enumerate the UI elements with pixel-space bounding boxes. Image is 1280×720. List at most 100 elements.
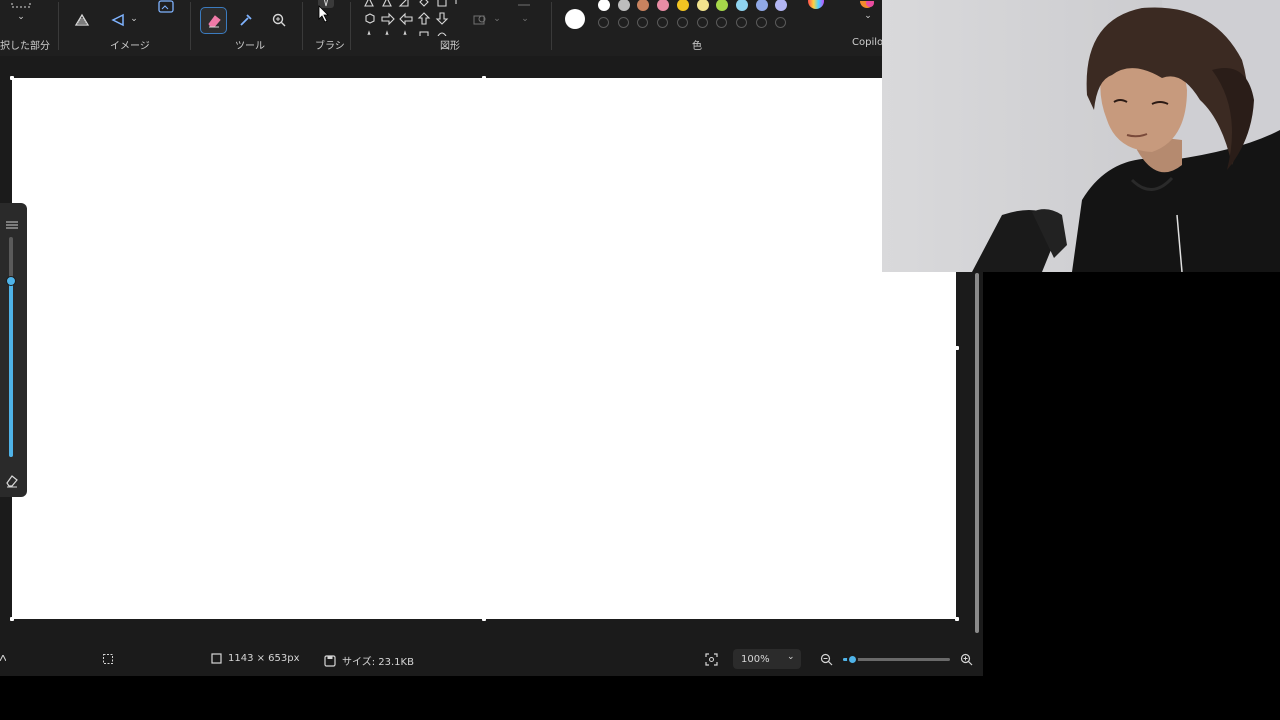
custom-color-slot[interactable]: [755, 17, 767, 28]
canvas-resize-handle[interactable]: [10, 617, 14, 621]
selection-icon: [103, 654, 113, 664]
zoom-dropdown-chevron-icon: ⌄: [787, 652, 795, 662]
canvas-dimensions: 1143 × 653px: [211, 653, 300, 664]
zoom-in-icon: [960, 653, 973, 666]
save-disk-icon: [324, 654, 336, 667]
color-swatch[interactable]: [637, 0, 650, 11]
color-swatch[interactable]: [735, 0, 748, 11]
color-wheel-icon: [808, 0, 824, 9]
copilot-icon: [860, 1, 874, 8]
canvas-resize-handle[interactable]: [10, 76, 14, 80]
brush-size-slider-track[interactable]: [6, 237, 16, 457]
custom-color-slot[interactable]: [735, 17, 747, 28]
brush-size-panel: [0, 203, 27, 497]
file-size: サイズ: 23.1KB: [324, 653, 414, 668]
shape-outline-icon: [473, 15, 486, 25]
rotate-flip-button[interactable]: [108, 10, 128, 30]
cursor-position-icon: [0, 655, 6, 661]
copilot-button[interactable]: [856, 0, 878, 10]
eraser-tool-button[interactable]: [200, 7, 227, 34]
cursor-position-indicator: [0, 655, 6, 661]
zoom-slider[interactable]: [843, 654, 950, 665]
group-label-tools: ツール: [235, 41, 265, 52]
shape-outline-button[interactable]: [470, 10, 490, 30]
canvas-resize-handle[interactable]: [482, 617, 486, 621]
mouse-cursor-icon: [318, 5, 330, 27]
image-background-remove-button[interactable]: [72, 10, 92, 30]
fit-to-window-button[interactable]: [705, 653, 718, 666]
custom-color-slot[interactable]: [775, 17, 787, 28]
color-picker-tool-button[interactable]: [236, 10, 256, 30]
image-resize-button[interactable]: [156, 0, 176, 14]
separator: [551, 2, 552, 50]
webcam-person-image: [972, 0, 1280, 272]
shape-fill-icon: [518, 4, 530, 6]
canvas-size-icon: [211, 653, 222, 664]
background-remove-icon: [74, 13, 90, 26]
eyedropper-icon: [240, 14, 252, 26]
canvas-resize-handle[interactable]: [955, 346, 959, 350]
separator: [58, 2, 59, 50]
canvas-resize-handle[interactable]: [482, 76, 486, 80]
magnifier-icon: [272, 13, 286, 27]
custom-color-slot[interactable]: [716, 17, 728, 28]
separator: [302, 2, 303, 50]
group-label-image: イメージ: [110, 41, 150, 52]
webcam-overlay: [882, 0, 1280, 272]
copilot-chevron-icon[interactable]: ⌄: [862, 10, 874, 22]
select-button[interactable]: [10, 0, 32, 10]
color-swatch[interactable]: [696, 0, 709, 11]
custom-color-slot[interactable]: [696, 17, 708, 28]
shape-fill-button[interactable]: [514, 0, 534, 10]
edit-colors-button[interactable]: [806, 0, 826, 10]
scroll-down-arrow-icon[interactable]: [973, 632, 981, 647]
vertical-scrollbar[interactable]: [975, 273, 979, 633]
zoom-level-dropdown[interactable]: 100% ⌄: [733, 649, 801, 669]
flip-icon: [111, 13, 124, 27]
custom-color-slot[interactable]: [676, 17, 688, 28]
shape-fill-chevron-icon[interactable]: ⌄: [519, 12, 531, 26]
fit-to-window-icon: [705, 653, 718, 666]
canvas-resize-handle[interactable]: [955, 617, 959, 621]
brush-size-icon: [5, 215, 19, 229]
select-dropdown-chevron-icon[interactable]: ⌄: [15, 12, 27, 22]
group-label-selection: 択した部分: [0, 41, 50, 52]
shape-outline-chevron-icon[interactable]: ⌄: [491, 12, 503, 26]
group-label-colors: 色: [692, 41, 702, 52]
shapes-gallery-icons: [364, 0, 457, 38]
eraser-mode-icon[interactable]: [4, 473, 20, 489]
brush-size-slider-thumb[interactable]: [6, 276, 16, 286]
group-label-shapes: 図形: [440, 41, 460, 52]
drawing-canvas[interactable]: [12, 78, 956, 619]
shapes-gallery: [360, 0, 460, 38]
ribbon-toolbar: ⌄ 択した部分 ⌄ イメージ ツール ブラシ ⌄ ⌄ 図形 色 ⌄ Copilo…: [0, 0, 983, 56]
color-swatch[interactable]: [716, 0, 729, 11]
custom-color-slot[interactable]: [637, 17, 649, 28]
color-swatch[interactable]: [676, 0, 689, 11]
group-label-brush: ブラシ: [315, 41, 345, 52]
zoom-level-text: 100%: [741, 653, 770, 665]
canvas-dimensions-text: 1143 × 653px: [228, 653, 300, 664]
selection-size-indicator: [102, 653, 114, 665]
color-swatch[interactable]: [755, 0, 768, 11]
zoom-slider-thumb[interactable]: [847, 654, 859, 665]
status-bar: 1143 × 653px サイズ: 23.1KB 100% ⌄: [0, 640, 983, 676]
color-swatch[interactable]: [617, 0, 630, 11]
image-resize-icon: [158, 0, 174, 13]
color-swatch[interactable]: [775, 0, 788, 11]
zoom-out-icon: [820, 653, 833, 666]
magnifier-tool-button[interactable]: [269, 10, 289, 30]
custom-color-slot[interactable]: [657, 17, 669, 28]
color-swatch[interactable]: [598, 0, 610, 11]
zoom-in-button[interactable]: [960, 653, 973, 666]
zoom-out-button[interactable]: [820, 653, 833, 666]
current-color-swatch[interactable]: [565, 9, 585, 29]
paint-window: ⌄ 択した部分 ⌄ イメージ ツール ブラシ ⌄ ⌄ 図形 色 ⌄ Copilo…: [0, 0, 983, 676]
file-size-text: サイズ: 23.1KB: [342, 657, 414, 668]
rotate-dropdown-chevron-icon[interactable]: ⌄: [128, 12, 140, 26]
color-swatch[interactable]: [657, 0, 670, 11]
eraser-icon: [207, 14, 221, 27]
custom-color-slot[interactable]: [617, 17, 629, 28]
custom-color-slot[interactable]: [598, 17, 609, 28]
separator: [350, 2, 351, 50]
